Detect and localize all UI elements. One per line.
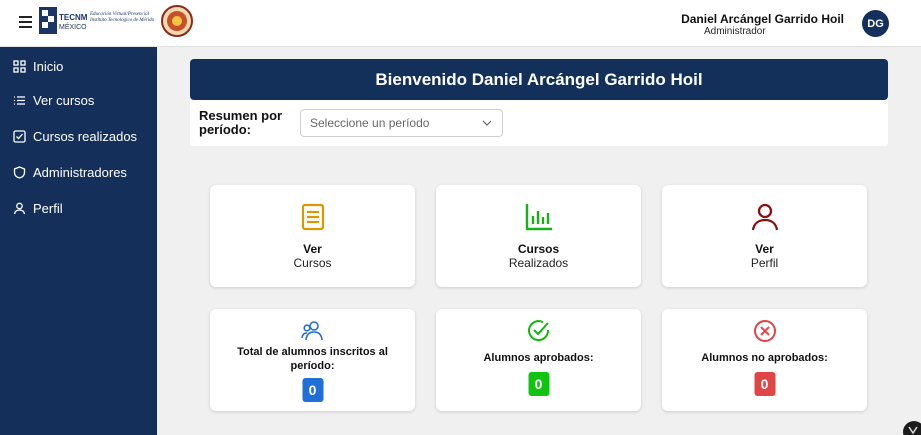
welcome-banner: Bienvenido Daniel Arcángel Garrido Hoil [190, 59, 888, 100]
chevron-down-icon [908, 426, 918, 435]
sidebar-item-perfil[interactable]: Perfil [13, 198, 63, 218]
total-alumnos-card: Total de alumnos inscritos al período: 0 [210, 309, 415, 411]
avatar[interactable]: DG [862, 10, 889, 37]
check-circle-icon [527, 320, 549, 342]
user-icon [13, 202, 26, 215]
sidebar: Inicio Ver cursos Cursos realizados Admi… [0, 47, 157, 435]
institute-seal [161, 5, 193, 37]
stat-value-badge: 0 [754, 372, 775, 396]
logo-tagline: Educación Virtual/Presencial Instituto T… [90, 12, 155, 23]
card-title: Cursos [517, 242, 560, 256]
sidebar-item-inicio[interactable]: Inicio [13, 56, 63, 76]
sidebar-item-label: Cursos realizados [33, 128, 138, 144]
card-title: Ver [303, 242, 322, 256]
card-title: Ver [755, 242, 774, 256]
users-icon [300, 321, 323, 341]
stat-value-badge: 0 [528, 372, 549, 396]
sidebar-item-label: Ver cursos [33, 92, 95, 108]
svg-text:TECNM: TECNM [59, 13, 88, 22]
sidebar-item-cursos-realizados[interactable]: Cursos realizados [13, 126, 137, 146]
stat-label: Alumnos aprobados: [483, 352, 594, 364]
user-role: Administrador [704, 26, 766, 37]
book-icon [301, 203, 324, 231]
stat-label: Alumnos no aprobados: [701, 352, 828, 364]
sidebar-item-administradores[interactable]: Administradores [13, 162, 127, 182]
sidebar-item-label: Administradores [33, 164, 127, 180]
sidebar-item-label: Perfil [33, 200, 63, 216]
user-icon [751, 203, 778, 231]
card-subtitle: Perfil [750, 256, 779, 270]
alumnos-aprobados-card: Alumnos aprobados: 0 [436, 309, 641, 411]
top-bar: TECNM MÉXICO Educación Virtual/Presencia… [0, 0, 921, 47]
sidebar-item-ver-cursos[interactable]: Ver cursos [13, 90, 94, 110]
tecnm-logo: TECNM MÉXICO [39, 7, 88, 34]
checkbox-icon [13, 129, 26, 143]
period-label: Resumen por período: [199, 108, 283, 137]
card-subtitle: Cursos [293, 256, 332, 270]
shield-icon [13, 165, 26, 179]
period-select[interactable]: Seleccione un período [300, 109, 503, 137]
list-icon [13, 94, 26, 107]
period-select-placeholder: Seleccione un período [310, 116, 430, 130]
chevron-down-icon [482, 120, 492, 126]
sidebar-item-label: Inicio [33, 58, 64, 74]
menu-icon[interactable] [19, 16, 32, 28]
corner-widget-button[interactable] [903, 421, 921, 435]
card-subtitle: Realizados [508, 256, 569, 270]
period-summary-card: Resumen por período: Seleccione un perío… [190, 100, 888, 146]
cursos-realizados-card[interactable]: Cursos Realizados [436, 185, 641, 287]
grid-icon [13, 59, 26, 73]
alumnos-no-aprobados-card: Alumnos no aprobados: 0 [662, 309, 867, 411]
user-name: Daniel Arcángel Garrido Hoil [681, 12, 844, 26]
stat-label: Total de alumnos inscritos al período: [237, 346, 388, 372]
ver-cursos-card[interactable]: Ver Cursos [210, 185, 415, 287]
stat-value-badge: 0 [302, 378, 323, 402]
bar-chart-icon [525, 204, 552, 231]
ver-perfil-card[interactable]: Ver Perfil [662, 185, 867, 287]
x-circle-icon [753, 320, 776, 342]
svg-text:MÉXICO: MÉXICO [59, 22, 87, 31]
